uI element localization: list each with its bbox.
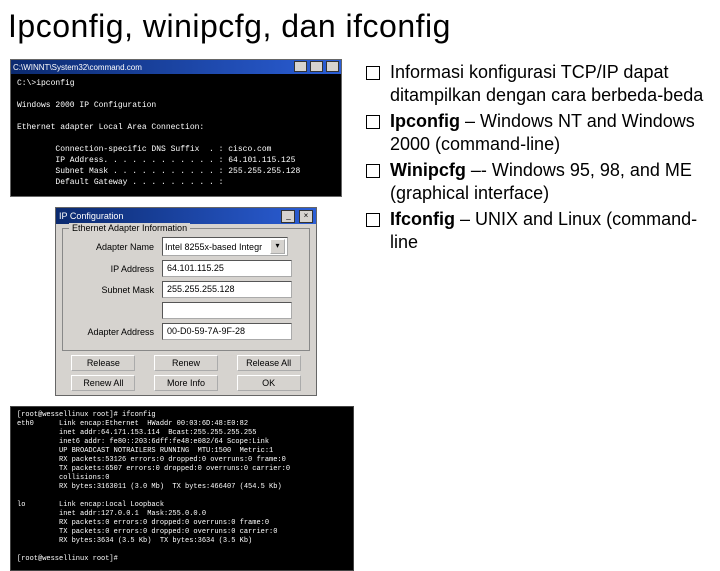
if-prompt: [root@wessellinux root]# <box>17 555 118 563</box>
bullet-text: Winipcfg –- Windows 95, 98, and ME (grap… <box>390 159 710 204</box>
bullet-text: Informasi konfigurasi TCP/IP dapat ditam… <box>390 61 710 106</box>
gw-value <box>162 302 292 319</box>
cmd-adapter: Ethernet adapter Local Area Connection: <box>17 123 204 132</box>
bullet-text: Ifconfig – UNIX and Linux (command-line <box>390 208 710 253</box>
bullet-item: Ifconfig – UNIX and Linux (command-line <box>366 208 710 253</box>
cmd-prompt: C:\>ipconfig <box>17 79 75 88</box>
ipconfig-window: C:\WINNT\System32\command.com C:\>ipconf… <box>10 59 342 197</box>
bullet-bold: Winipcfg <box>390 160 466 180</box>
bullet-square-icon <box>366 115 380 129</box>
bullet-bold: Ifconfig <box>390 209 455 229</box>
bullet-square-icon <box>366 164 380 178</box>
cmd-line: Connection-specific DNS Suffix . : cisco… <box>17 145 271 154</box>
minimize-icon[interactable]: _ <box>281 210 295 223</box>
mask-value: 255.255.255.128 <box>162 281 292 298</box>
if-line: RX bytes:3634 (3.5 Kb) TX bytes:3634 (3.… <box>17 537 252 545</box>
if-line: inet addr:64.171.153.114 Bcast:255.255.2… <box>17 429 256 437</box>
if-line: eth0 Link encap:Ethernet HWaddr 00:03:6D… <box>17 420 248 428</box>
if-prompt: [root@wessellinux root]# ifconfig <box>17 411 156 419</box>
ok-button[interactable]: OK <box>237 375 301 391</box>
minimize-icon[interactable] <box>294 61 307 72</box>
adapter-select[interactable]: Intel 8255x-based Integr ▾ <box>162 237 288 256</box>
if-line: RX packets:0 errors:0 dropped:0 overruns… <box>17 519 269 527</box>
if-line: TX packets:0 errors:0 dropped:0 overruns… <box>17 528 277 536</box>
cmd-header: Windows 2000 IP Configuration <box>17 101 156 110</box>
group-title: Ethernet Adapter Information <box>69 223 190 233</box>
winipcfg-titlebar: IP Configuration _ × <box>56 208 316 224</box>
adapter-group: Ethernet Adapter Information Adapter Nam… <box>62 228 310 351</box>
if-line: TX packets:6507 errors:0 dropped:0 overr… <box>17 465 290 473</box>
cmd-title-text: C:\WINNT\System32\command.com <box>13 63 142 72</box>
release-button[interactable]: Release <box>71 355 135 371</box>
cmd-titlebar: C:\WINNT\System32\command.com <box>11 60 341 74</box>
cmd-body: C:\>ipconfig Windows 2000 IP Configurati… <box>11 74 341 196</box>
close-icon[interactable]: × <box>299 210 313 223</box>
cmd-line: Default Gateway . . . . . . . . . : <box>17 178 223 187</box>
adapter-label: Adapter Name <box>69 242 162 252</box>
hw-label: Adapter Address <box>69 327 162 337</box>
left-column: C:\WINNT\System32\command.com C:\>ipconf… <box>10 59 360 571</box>
bullet-item: Winipcfg –- Windows 95, 98, and ME (grap… <box>366 159 710 204</box>
winipcfg-window: IP Configuration _ × Ethernet Adapter In… <box>55 207 317 396</box>
bullet-text: Ipconfig – Windows NT and Windows 2000 (… <box>390 110 710 155</box>
ifconfig-window: [root@wessellinux root]# ifconfig eth0 L… <box>10 406 354 571</box>
if-line: collisions:0 <box>17 474 109 482</box>
mask-label: Subnet Mask <box>69 285 162 295</box>
winipcfg-title: IP Configuration <box>59 211 123 221</box>
renew-button[interactable]: Renew <box>154 355 218 371</box>
close-icon[interactable] <box>326 61 339 72</box>
if-line: RX packets:53126 errors:0 dropped:0 over… <box>17 456 286 464</box>
adapter-value: Intel 8255x-based Integr <box>165 242 262 252</box>
if-line: inet addr:127.0.0.1 Mask:255.0.0.0 <box>17 510 206 518</box>
bullet-item: Informasi konfigurasi TCP/IP dapat ditam… <box>366 61 710 106</box>
renew-all-button[interactable]: Renew All <box>71 375 135 391</box>
if-line: UP BROADCAST NOTRAILERS RUNNING MTU:1500… <box>17 447 273 455</box>
maximize-icon[interactable] <box>310 61 323 72</box>
release-all-button[interactable]: Release All <box>237 355 301 371</box>
ip-value: 64.101.115.25 <box>162 260 292 277</box>
chevron-down-icon[interactable]: ▾ <box>270 239 285 254</box>
bullet-square-icon <box>366 213 380 227</box>
bullet-item: Ipconfig – Windows NT and Windows 2000 (… <box>366 110 710 155</box>
hw-value: 00-D0-59-7A-9F-28 <box>162 323 292 340</box>
bullet-list: Informasi konfigurasi TCP/IP dapat ditam… <box>360 59 710 571</box>
slide-title: Ipconfig, winipcfg, dan ifconfig <box>0 0 720 59</box>
bullet-bold: Ipconfig <box>390 111 460 131</box>
more-info-button[interactable]: More Info <box>154 375 218 391</box>
ip-label: IP Address <box>69 264 162 274</box>
if-line: inet6 addr: fe80::203:6dff:fe48:e082/64 … <box>17 438 269 446</box>
if-line: RX bytes:3163011 (3.0 Mb) TX bytes:46640… <box>17 483 282 491</box>
bullet-square-icon <box>366 66 380 80</box>
if-line: lo Link encap:Local Loopback <box>17 501 164 509</box>
cmd-line: IP Address. . . . . . . . . . . . : 64.1… <box>17 156 295 165</box>
cmd-line: Subnet Mask . . . . . . . . . . . : 255.… <box>17 167 300 176</box>
